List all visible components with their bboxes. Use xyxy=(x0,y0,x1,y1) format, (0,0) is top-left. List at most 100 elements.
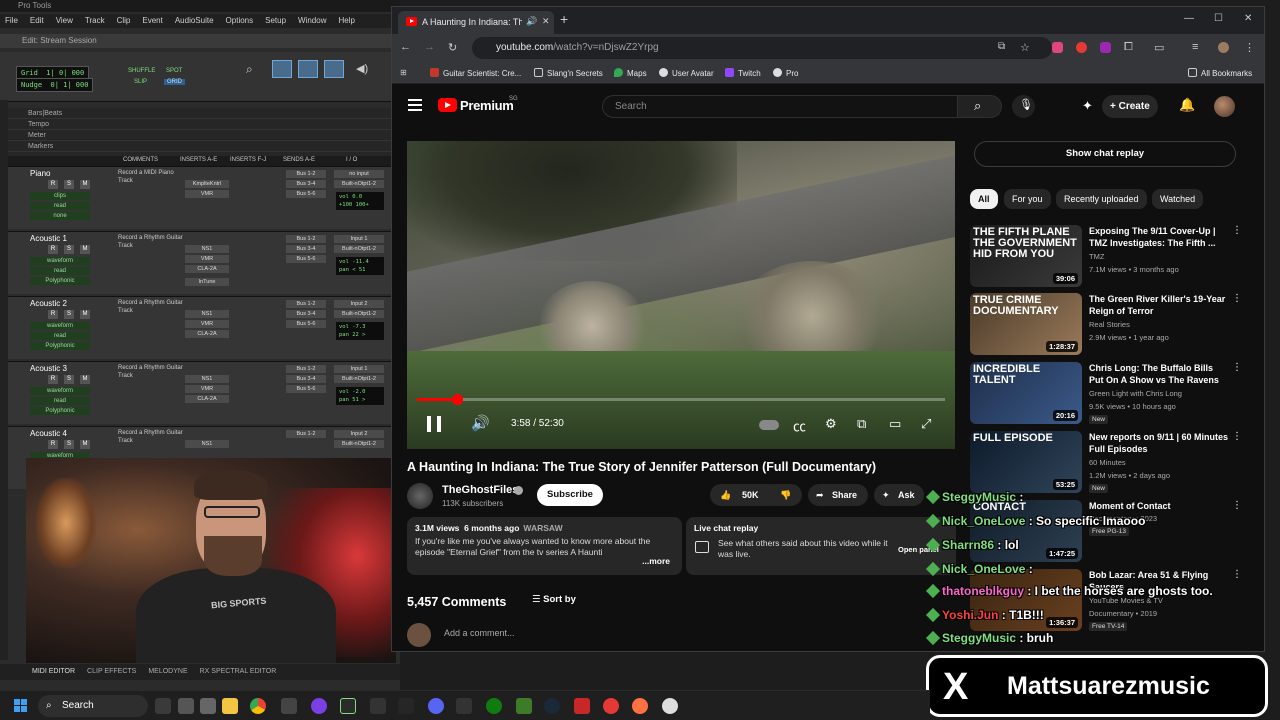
ask-button[interactable]: ✦ Ask xyxy=(874,484,924,506)
volume-pan-readout[interactable]: vol -11.4 pan < 51 xyxy=(336,257,384,275)
menu-audiosuite[interactable]: AudioSuite xyxy=(175,14,214,28)
shuffle-mode[interactable]: SHUFFLE xyxy=(128,68,155,74)
insert-slot[interactable]: VMR xyxy=(185,190,229,198)
sidepanel-icon[interactable]: ▭ xyxy=(1154,41,1164,54)
tab-clip-effects[interactable]: CLIP EFFECTS xyxy=(87,664,136,680)
recommendation-item[interactable]: INCREDIBLE TALENT 20:16 Chris Long: The Bu… xyxy=(970,362,1242,427)
video-thumbnail[interactable]: TRUE CRIME DOCUMENTARY 1:28:37 xyxy=(970,293,1082,355)
ableton-live-icon[interactable] xyxy=(340,698,356,714)
recommendation-item[interactable]: THE FIFTH PLANE THE GOVERNMENT HID FROM … xyxy=(970,225,1242,290)
cast-icon[interactable]: ⧉ xyxy=(998,41,1005,52)
track-m-button[interactable]: M xyxy=(80,375,90,384)
io-selector[interactable]: Input 1 xyxy=(334,365,384,373)
track-name[interactable]: Piano xyxy=(30,169,50,178)
discord-icon[interactable] xyxy=(428,698,444,714)
track-name[interactable]: Acoustic 4 xyxy=(30,429,67,438)
app-icon[interactable] xyxy=(632,698,648,714)
send-slot[interactable]: Bus 1-2 xyxy=(286,170,326,178)
recommendation-channel[interactable]: Real Stories xyxy=(1089,320,1229,329)
track-r-button[interactable]: R xyxy=(48,245,58,254)
track-row[interactable]: Piano R S Mclips read none Record a MIDI Piano… xyxy=(8,166,394,229)
menu-clip[interactable]: Clip xyxy=(117,14,131,28)
description-box[interactable]: 3.1M views 6 months ago WARSAW If you're … xyxy=(407,517,682,575)
spot-mode[interactable]: SPOT xyxy=(166,68,182,74)
send-slot[interactable]: Bus 5-6 xyxy=(286,385,326,393)
account-avatar[interactable] xyxy=(1214,96,1235,117)
io-selector[interactable]: no input xyxy=(334,170,384,178)
tab-midi-editor[interactable]: MIDI EDITOR xyxy=(32,664,75,680)
grid-mode[interactable]: GRID xyxy=(164,79,185,85)
chip-watched[interactable]: Watched xyxy=(1152,189,1204,209)
send-slot[interactable]: Bus 3-4 xyxy=(286,245,326,253)
playlist-icon[interactable]: ≡ xyxy=(1192,41,1198,53)
youtube-logo-icon[interactable] xyxy=(438,98,457,112)
insert-slot[interactable]: VMR xyxy=(185,385,229,393)
menu-event[interactable]: Event xyxy=(142,14,162,28)
io-selector[interactable]: Input 1 xyxy=(334,235,384,243)
menu-window[interactable]: Window xyxy=(298,14,326,28)
track-name[interactable]: Acoustic 1 xyxy=(30,234,67,243)
minimize-icon[interactable]: — xyxy=(1184,13,1194,24)
chip-recently-uploaded[interactable]: Recently uploaded xyxy=(1056,189,1147,209)
track-view-selector[interactable]: waveform xyxy=(30,257,90,265)
more-actions-icon[interactable]: ⋮ xyxy=(1232,362,1242,373)
automation-mode[interactable]: read xyxy=(30,202,90,210)
maximize-icon[interactable]: ☐ xyxy=(1214,13,1223,24)
hand-tool-icon[interactable] xyxy=(324,60,344,78)
menu-help[interactable]: Help xyxy=(338,14,354,28)
gemini-icon[interactable]: ✦ xyxy=(1082,98,1093,114)
track-row[interactable]: Acoustic 1 R S Mwaveform read Polyphonic Recor… xyxy=(8,231,394,294)
magnifier-icon[interactable]: ⌕ xyxy=(246,62,253,77)
insert-slot[interactable]: InTune xyxy=(185,278,229,286)
track-comment[interactable]: Record a MIDI Piano Track xyxy=(118,169,183,185)
track-r-button[interactable]: R xyxy=(48,440,58,449)
track-view-selector[interactable]: clips xyxy=(30,192,90,200)
recommendation-channel[interactable]: 60 Minutes xyxy=(1089,458,1229,467)
close-window-icon[interactable]: ✕ xyxy=(1244,13,1252,24)
xbox-icon[interactable] xyxy=(486,698,502,714)
menu-edit[interactable]: Edit xyxy=(30,14,44,28)
volume-pan-readout[interactable]: vol -7.3 pan 22 > xyxy=(336,322,384,340)
minecraft-icon[interactable] xyxy=(516,698,532,714)
send-slot[interactable]: Bus 1-2 xyxy=(286,300,326,308)
widgets-icon[interactable] xyxy=(155,698,171,714)
io-selector[interactable]: Built-nOtpt1-2 xyxy=(334,440,384,448)
miniplayer-icon[interactable]: ⧉ xyxy=(857,416,866,432)
fullscreen-icon[interactable]: ⤢ xyxy=(921,416,931,432)
track-s-button[interactable]: S xyxy=(64,375,74,384)
app-icon[interactable] xyxy=(311,698,327,714)
captions-icon[interactable]: ㏄ xyxy=(793,416,806,435)
channel-name[interactable]: TheGhostFiles xyxy=(442,484,518,496)
volume-pan-readout[interactable]: vol 0.0 +100 100+ xyxy=(336,192,384,210)
io-selector[interactable]: Input 2 xyxy=(334,430,384,438)
insert-slot[interactable]: NS1 xyxy=(185,440,229,448)
apps-icon[interactable]: ⊞ xyxy=(400,68,407,77)
trim-tool-icon[interactable] xyxy=(298,60,318,78)
voice-search-button[interactable]: 🎙 xyxy=(1012,95,1035,118)
profile-icon[interactable] xyxy=(1218,42,1229,53)
file-explorer-icon[interactable] xyxy=(200,698,216,714)
track-row[interactable]: Acoustic 2 R S Mwaveform read Polyphonic Recor… xyxy=(8,296,394,359)
io-selector[interactable]: Built-nOtpt1-2 xyxy=(334,245,384,253)
recommendation-title[interactable]: Chris Long: The Buffalo Bills Put On A S… xyxy=(1089,362,1229,386)
track-m-button[interactable]: M xyxy=(80,180,90,189)
track-comment[interactable]: Record a Rhythm Guitar Track xyxy=(118,364,183,380)
recommendation-channel[interactable]: Green Light with Chris Long xyxy=(1089,389,1229,398)
pause-button[interactable] xyxy=(427,416,441,432)
track-name[interactable]: Acoustic 2 xyxy=(30,299,67,308)
sort-by-button[interactable]: ☰ Sort by xyxy=(532,594,576,605)
subscribe-button[interactable]: Subscribe xyxy=(537,484,603,506)
track-comment[interactable]: Record a Rhythm Guitar Track xyxy=(118,429,183,445)
menu-track[interactable]: Track xyxy=(85,14,105,28)
insert-slot[interactable]: CLA-2A xyxy=(185,265,229,273)
track-view-selector[interactable]: waveform xyxy=(30,322,90,330)
track-m-button[interactable]: M xyxy=(80,245,90,254)
track-name[interactable]: Acoustic 3 xyxy=(30,364,67,373)
insert-slot[interactable]: KmplteKntrl xyxy=(185,180,229,188)
send-slot[interactable]: Bus 1-2 xyxy=(286,430,326,438)
track-m-button[interactable]: M xyxy=(80,310,90,319)
recommendation-channel[interactable]: TMZ xyxy=(1089,252,1229,261)
nudge-counter[interactable]: Nudge 0| 1| 000 xyxy=(16,78,94,92)
more-actions-icon[interactable]: ⋮ xyxy=(1232,225,1242,236)
recommendation-title[interactable]: The Green River Killer's 19-Year Reign o… xyxy=(1089,293,1229,317)
